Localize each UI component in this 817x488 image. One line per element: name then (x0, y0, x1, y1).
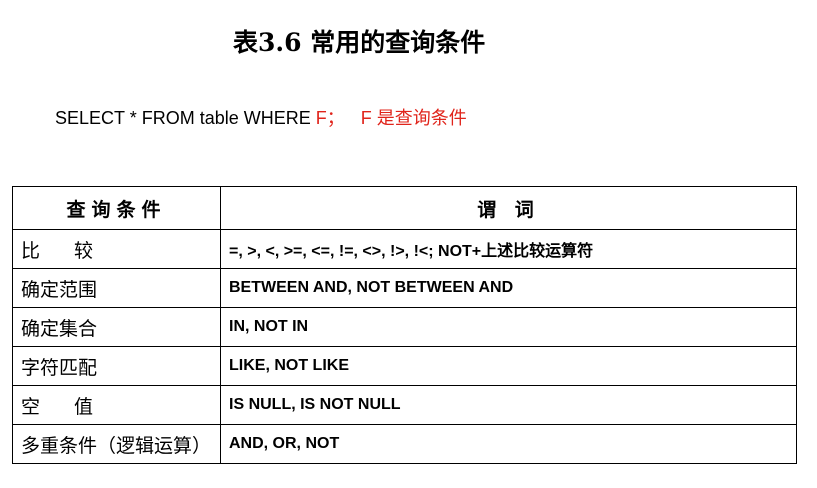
condition-cell: 字符匹配 (12, 346, 221, 386)
predicate-cell: =, >, <, >=, <=, !=, <>, !>, !<; NOT+上述比… (220, 229, 797, 269)
condition-cell: 比 较 (12, 229, 221, 269)
table-row: 比 较 =, >, <, >=, <=, !=, <>, !>, !<; NOT… (12, 229, 797, 269)
predicate-cell: LIKE, NOT LIKE (220, 346, 797, 386)
condition-cell: 多重条件（逻辑运算） (12, 424, 221, 464)
header-predicate: 谓 词 (220, 186, 797, 230)
table-row: 确定集合 IN, NOT IN (12, 307, 797, 347)
predicate-cell: BETWEEN AND, NOT BETWEEN AND (220, 268, 797, 308)
table-header-row: 查询条件 谓 词 (12, 186, 797, 230)
sql-note: F 是查询条件 (360, 108, 467, 128)
predicate-cell: IN, NOT IN (220, 307, 797, 347)
sql-statement: SELECT * FROM table WHERE (55, 108, 316, 128)
table-row: 多重条件（逻辑运算） AND, OR, NOT (12, 424, 797, 464)
header-condition: 查询条件 (12, 186, 221, 230)
condition-cell: 确定集合 (12, 307, 221, 347)
query-condition-table: 查询条件 谓 词 比 较 =, >, <, >=, <=, !=, <>, !>… (12, 186, 797, 464)
table-row: 字符匹配 LIKE, NOT LIKE (12, 346, 797, 386)
predicate-cell: IS NULL, IS NOT NULL (220, 385, 797, 425)
page-title: 表3.6 常用的查询条件 (233, 28, 486, 57)
table-row: 空 值 IS NULL, IS NOT NULL (12, 385, 797, 425)
sql-example: SELECT * FROM table WHERE F； F 是查询条件 (55, 104, 467, 132)
table-row: 确定范围 BETWEEN AND, NOT BETWEEN AND (12, 268, 797, 308)
sql-condition-var: F； (315, 108, 345, 128)
predicate-cell: AND, OR, NOT (220, 424, 797, 464)
condition-cell: 确定范围 (12, 268, 221, 308)
condition-cell: 空 值 (12, 385, 221, 425)
